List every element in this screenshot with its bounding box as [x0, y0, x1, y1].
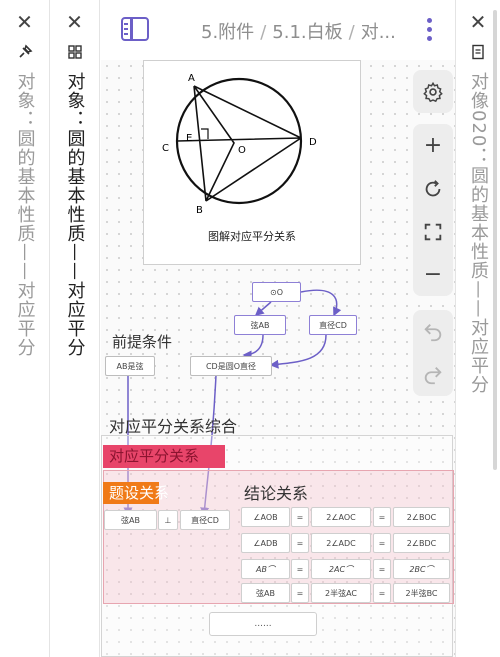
fit-to-screen-icon[interactable] [413, 210, 453, 253]
cell-conclusion[interactable]: 2半弦BC [393, 583, 450, 603]
cell-equals[interactable]: = [291, 533, 309, 553]
breadcrumb-item[interactable]: 对... [361, 22, 396, 43]
sidebar-toggle-icon[interactable] [121, 17, 149, 41]
image-caption: 图解对应平分关系 [208, 230, 296, 243]
cell-conclusion[interactable]: 弦AB [241, 583, 290, 603]
node-ab-is-chord[interactable]: AB是弦 [105, 356, 155, 376]
node-ellipsis[interactable]: ...... [209, 612, 317, 636]
point-label: B [196, 205, 203, 216]
zoom-in-button[interactable]: + [413, 124, 453, 167]
close-icon[interactable]: ✕ [470, 12, 487, 32]
stacked-pane-right[interactable]: ✕ 对像020：圆的基本性质——对应平分 [455, 0, 500, 657]
reset-zoom-icon[interactable] [413, 167, 453, 210]
cell-equals[interactable]: = [373, 507, 391, 527]
page-icon [472, 44, 484, 60]
cell-conclusion[interactable]: 2∠ADC [311, 533, 371, 553]
cell-chord-ab[interactable]: 弦AB [104, 510, 157, 530]
cell-equals[interactable]: = [373, 559, 391, 579]
history-toolbar [413, 310, 453, 396]
cell-equals[interactable]: = [373, 533, 391, 553]
point-label: A [188, 73, 195, 84]
point-label: C [162, 143, 169, 154]
breadcrumb: 5.附件/5.1.白板 / 对... [201, 22, 396, 43]
pane-title[interactable]: 对像020：圆的基本性质——对应平分 [468, 72, 489, 394]
point-label: D [309, 137, 317, 148]
breadcrumb-item[interactable]: 5.附件 [201, 22, 254, 43]
redo-icon[interactable] [413, 353, 453, 396]
cell-conclusion[interactable]: 2BC⌒ [393, 559, 450, 579]
more-options-icon[interactable] [427, 18, 433, 45]
tab-header: 5.附件/5.1.白板 / 对... [101, 0, 455, 60]
grid-icon [67, 45, 82, 59]
gear-icon[interactable] [413, 70, 453, 113]
cell-conclusion[interactable]: 2半弦AC [311, 583, 371, 603]
node-diameter-cd[interactable]: 直径CD [309, 315, 357, 335]
point-label: O [238, 145, 246, 156]
close-icon[interactable]: ✕ [66, 12, 83, 32]
cell-conclusion[interactable]: 2∠BOC [393, 507, 450, 527]
undo-icon[interactable] [413, 310, 453, 353]
cell-conclusion[interactable]: 2AC⌒ [311, 559, 371, 579]
pane-title[interactable]: 对象：圆的基本性质——对应平分 [15, 72, 36, 357]
settings-toolbar [413, 70, 453, 113]
stacked-pane-mid[interactable]: ✕ 对象：圆的基本性质——对应平分 [50, 0, 100, 657]
cell-perpendicular[interactable]: ⊥ [158, 510, 178, 530]
cell-conclusion[interactable]: ∠ADB [241, 533, 290, 553]
point-label: E [186, 133, 192, 144]
stacked-pane-left[interactable]: ✕ 对象：圆的基本性质——对应平分 [0, 0, 50, 657]
cell-conclusion[interactable]: AB⌒ [241, 559, 290, 579]
breadcrumb-item[interactable]: 5.1.白板 [272, 22, 342, 43]
summary-title: 对应平分关系综合 [109, 417, 238, 436]
cell-conclusion[interactable]: ∠AOB [241, 507, 290, 527]
label-hypothesis[interactable]: 题设关系 [103, 482, 169, 504]
pin-icon [18, 44, 32, 58]
cell-equals[interactable]: = [291, 559, 309, 579]
node-chord-ab[interactable]: 弦AB [234, 315, 286, 335]
cell-equals[interactable]: = [291, 507, 309, 527]
cell-diameter-cd[interactable]: 直径CD [180, 510, 230, 530]
close-icon[interactable]: ✕ [16, 12, 33, 32]
scrollbar[interactable] [493, 10, 497, 470]
zoom-out-button[interactable]: − [413, 253, 453, 296]
label-correspondence[interactable]: 对应平分关系 [103, 445, 225, 468]
node-circle-o[interactable]: ⊙O [252, 282, 301, 302]
cell-equals[interactable]: = [291, 583, 309, 603]
cell-conclusion[interactable]: 2∠BDC [393, 533, 450, 553]
whiteboard-canvas[interactable]: 5.附件/5.1.白板/对... A B C D E O 图解对应平分关系 [101, 0, 455, 657]
pane-title[interactable]: 对象：圆的基本性质——对应平分 [65, 72, 86, 357]
premise-title: 前提条件 [112, 333, 173, 351]
image-card[interactable]: A B C D E O 图解对应平分关系 [143, 60, 361, 265]
conclusion-title: 结论关系 [244, 484, 309, 503]
cell-conclusion[interactable]: 2∠AOC [311, 507, 371, 527]
node-cd-is-diameter[interactable]: CD是圆O直径 [190, 356, 272, 376]
cell-equals[interactable]: = [373, 583, 391, 603]
zoom-toolbar: + − [413, 124, 453, 296]
